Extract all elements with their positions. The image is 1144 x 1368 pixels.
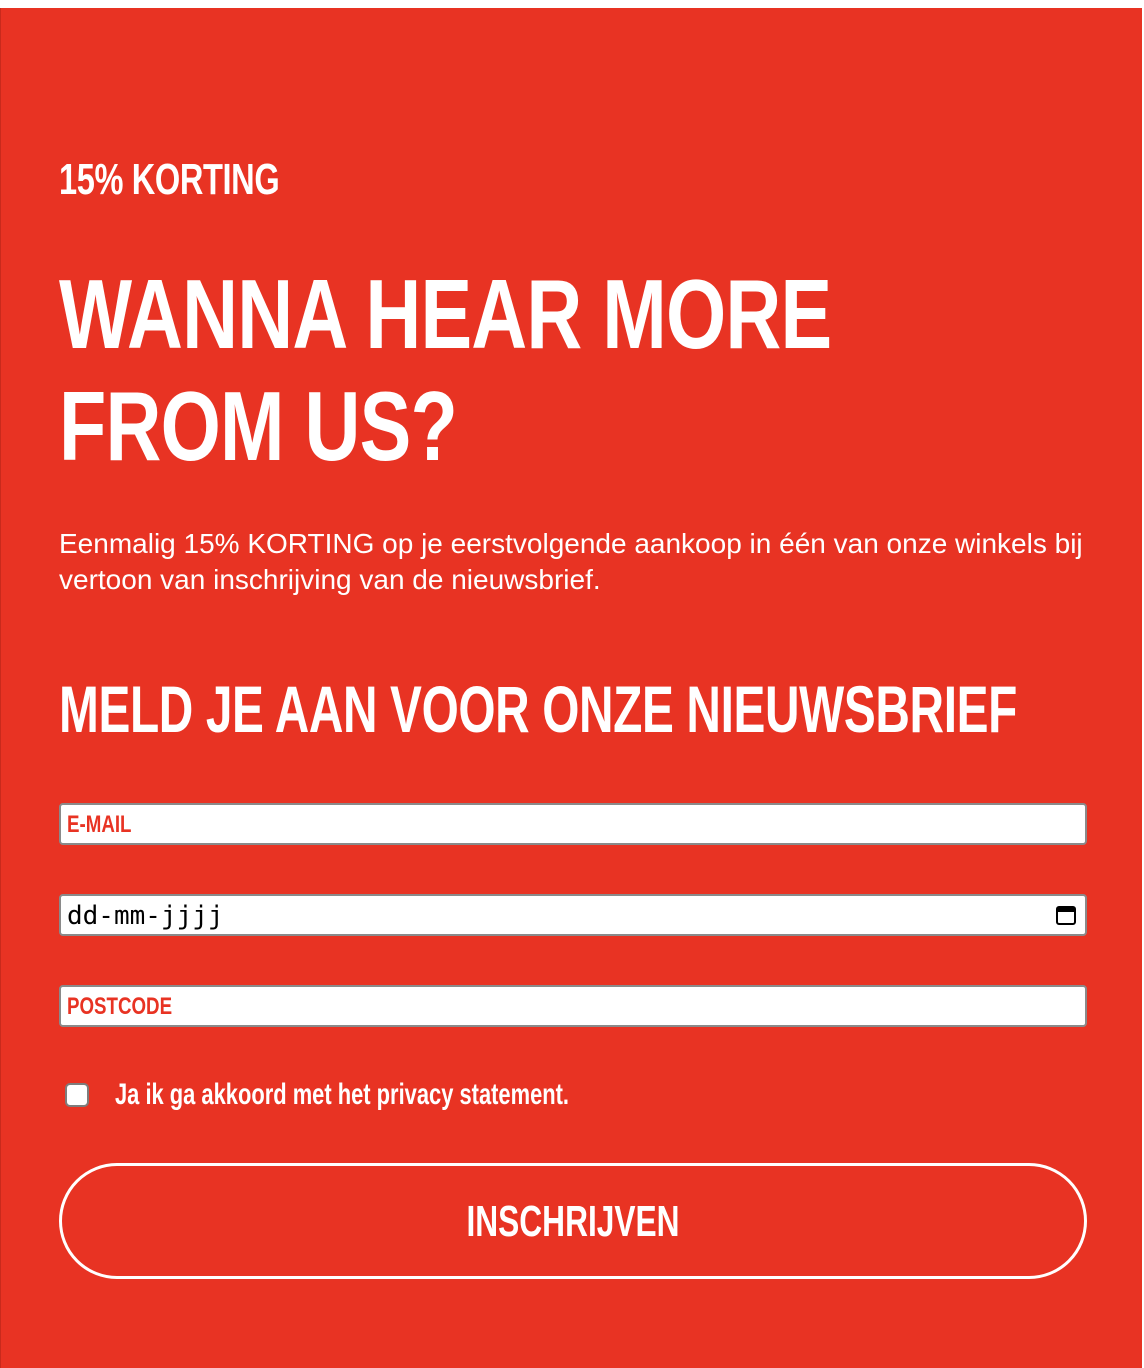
newsletter-subhead: MELD JE AAN VOOR ONZE NIEUWSBRIEF	[59, 672, 1017, 746]
email-field-wrapper: E-MAIL	[59, 803, 1087, 845]
privacy-checkbox[interactable]	[65, 1083, 89, 1107]
postcode-field-wrapper: POSTCODE	[59, 985, 1087, 1027]
subscribe-button-label: INSCHRIJVEN	[466, 1197, 680, 1246]
birthdate-placeholder: dd-mm-jjjj	[67, 901, 224, 931]
postcode-field[interactable]	[61, 987, 1085, 1025]
privacy-consent-label[interactable]: Ja ik ga akkoord met het privacy stateme…	[115, 1078, 569, 1112]
intro-text: Eenmalig 15% KORTING op je eerstvolgende…	[59, 528, 1083, 595]
subscribe-button[interactable]: INSCHRIJVEN	[59, 1163, 1087, 1279]
discount-kicker: 15% KORTING	[59, 155, 280, 204]
birthdate-field-wrapper: dd-mm-jjjj	[59, 894, 1087, 936]
calendar-icon[interactable]	[1055, 904, 1077, 926]
newsletter-panel: 15% KORTING WANNA HEAR MORE FROM US? Een…	[0, 8, 1142, 1368]
page-title: WANNA HEAR MORE FROM US?	[59, 259, 832, 481]
privacy-consent: Ja ik ga akkoord met het privacy stateme…	[65, 1078, 965, 1112]
email-field[interactable]	[61, 805, 1085, 843]
